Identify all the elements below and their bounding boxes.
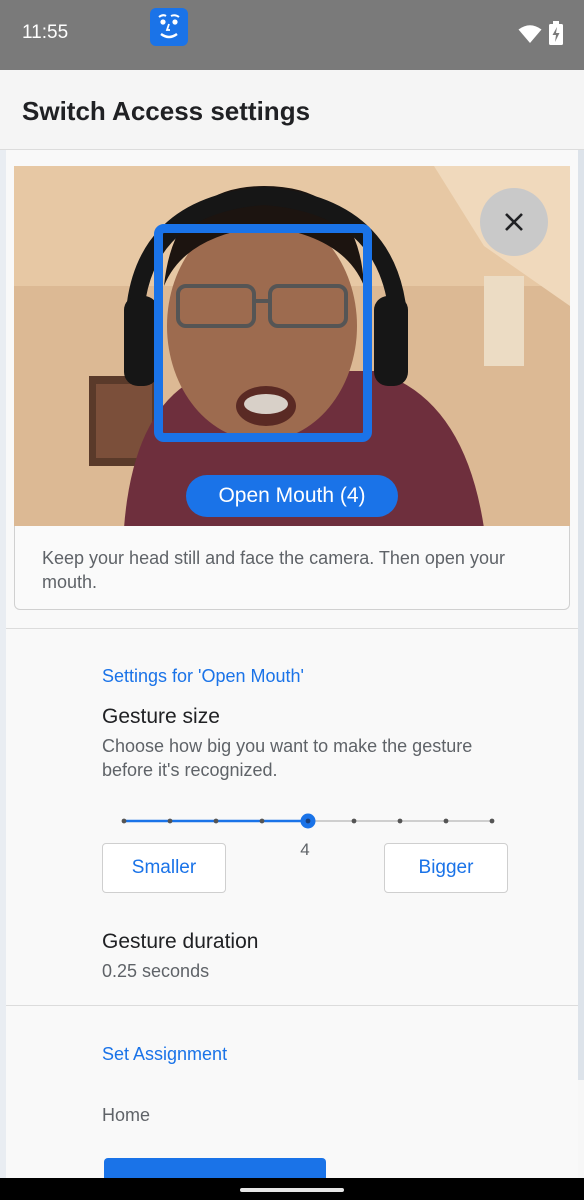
slider-tick xyxy=(351,818,357,824)
gesture-settings-header: Settings for 'Open Mouth' xyxy=(102,666,304,686)
settings-content: Open Mouth (4) Keep your head still and … xyxy=(6,150,578,1180)
slider-tick xyxy=(213,818,219,824)
navigation-bar xyxy=(0,1178,584,1200)
slider-tick xyxy=(121,818,127,824)
close-icon xyxy=(505,213,523,231)
status-bar: 11:55 xyxy=(0,0,584,70)
instruction-text: Keep your head still and face the camera… xyxy=(42,548,505,592)
battery-charging-icon xyxy=(549,21,563,45)
set-assignment-header: Set Assignment xyxy=(102,1044,228,1064)
status-time: 11:55 xyxy=(22,22,69,43)
gesture-size-title: Gesture size xyxy=(102,705,220,728)
home-gesture-handle[interactable] xyxy=(240,1188,344,1192)
smaller-button[interactable]: Smaller xyxy=(102,843,226,893)
scrollbar-thumb[interactable] xyxy=(578,150,584,1080)
slider-tick xyxy=(397,818,403,824)
slider-thumb-center xyxy=(305,818,311,824)
gesture-size-slider[interactable] xyxy=(118,806,498,836)
app-bar: Switch Access settings xyxy=(0,70,584,150)
assignment-value: Home xyxy=(102,1105,151,1125)
instruction-card: Keep your head still and face the camera… xyxy=(14,526,570,610)
gesture-size-value: 4 xyxy=(300,840,310,859)
gesture-duration-value: 0.25 seconds xyxy=(102,961,210,981)
bigger-button[interactable]: Bigger xyxy=(384,843,508,893)
divider xyxy=(6,1005,578,1006)
slider-tick xyxy=(489,818,495,824)
divider xyxy=(6,628,578,629)
face-tracking-box xyxy=(154,224,372,442)
gesture-size-description: Choose how big you want to make the gest… xyxy=(102,736,473,780)
app-face-icon xyxy=(150,8,188,46)
slider-tick xyxy=(167,818,173,824)
camera-preview: Open Mouth (4) xyxy=(14,166,570,528)
edit-assignment-button[interactable] xyxy=(104,1158,326,1180)
gesture-status-chip: Open Mouth (4) xyxy=(186,475,398,517)
page-title: Switch Access settings xyxy=(22,96,311,126)
close-button[interactable] xyxy=(480,188,548,256)
wifi-icon xyxy=(518,25,542,43)
slider-tick xyxy=(259,818,265,824)
slider-tick xyxy=(443,818,449,824)
gesture-duration-title: Gesture duration xyxy=(102,930,259,953)
